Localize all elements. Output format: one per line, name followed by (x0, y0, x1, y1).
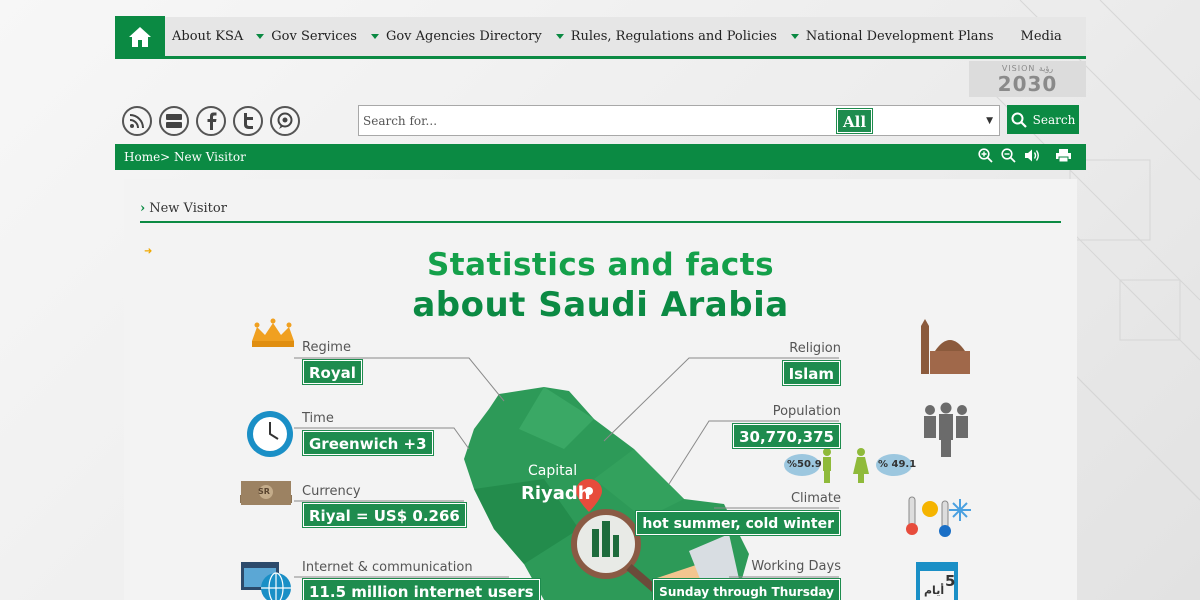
chat-button[interactable] (270, 106, 300, 136)
vision-logo-big: 2030 (997, 71, 1058, 96)
currency-note-symbol: SR (258, 487, 270, 496)
search-box: All ▼ (358, 105, 1000, 136)
globe-icon (241, 562, 291, 600)
religion-label: Religion (789, 341, 841, 356)
time-label: Time (302, 411, 334, 426)
zoom-out-icon[interactable] (1001, 148, 1016, 163)
infographic: Statistics and facts about Saudi Arabia (124, 179, 1077, 600)
currency-value: Riyal = US$ 0.266 (303, 503, 466, 527)
nav-rules[interactable]: Rules, Regulations and Policies (555, 17, 777, 56)
nav-gov-agencies[interactable]: Gov Agencies Directory (370, 17, 542, 56)
calendar-text: أيام (924, 584, 945, 597)
speaker-icon[interactable] (1024, 148, 1041, 163)
chat-icon (277, 112, 293, 129)
nav-label: About KSA (172, 29, 244, 44)
regime-value: Royal (303, 360, 362, 384)
caret-down-icon (370, 34, 379, 39)
search-scope-select[interactable]: All ▼ (799, 106, 999, 135)
mosque-icon (921, 319, 970, 374)
search-scope-value: All (837, 108, 873, 133)
calendar-number: 5 (945, 572, 956, 590)
population-value: 30,770,375 (733, 424, 840, 448)
search-icon (1011, 112, 1027, 128)
working-days-label: Working Days (751, 559, 841, 574)
home-icon (129, 26, 151, 47)
search-input[interactable] (359, 106, 799, 135)
climate-icon (906, 496, 971, 537)
main-nav: About KSA Gov Services Gov Agencies Dire… (115, 15, 1086, 59)
breadcrumb-bar: Home> New Visitor (115, 144, 1086, 170)
zoom-in-icon[interactable] (978, 148, 993, 163)
twitter-icon (244, 113, 253, 129)
youtube-icon (166, 114, 182, 128)
nav-about-ksa[interactable]: About KSA (172, 17, 243, 56)
internet-label: Internet & communication (302, 560, 473, 575)
working-days-value: Sunday through Thursday (653, 579, 840, 600)
caret-down-icon (555, 34, 564, 39)
infographic-graphics (240, 318, 971, 600)
print-icon[interactable] (1055, 148, 1072, 163)
page-tools (978, 148, 1072, 163)
currency-label: Currency (302, 484, 361, 499)
social-links (122, 106, 300, 136)
search-button-label: Search (1032, 112, 1076, 127)
facebook-icon (207, 112, 217, 130)
population-label: Population (772, 404, 841, 419)
youtube-button[interactable] (159, 106, 189, 136)
caret-down-icon (256, 34, 265, 39)
caret-down-icon (790, 34, 799, 39)
vision-2030-logo[interactable]: VISION رؤية 2030 (969, 61, 1086, 97)
people-icon (924, 402, 968, 457)
nav-items: About KSA Gov Services Gov Agencies Dire… (165, 17, 1062, 56)
page-frame: About KSA Gov Services Gov Agencies Dire… (115, 15, 1086, 600)
rss-button[interactable] (122, 106, 152, 136)
twitter-button[interactable] (233, 106, 263, 136)
time-value: Greenwich +3 (303, 431, 433, 455)
nav-media[interactable]: Media (1021, 17, 1062, 56)
clock-icon (247, 411, 293, 457)
female-percentage: % 49.1 (878, 459, 917, 470)
nav-development-plans[interactable]: National Development Plans (790, 17, 994, 56)
search-button[interactable]: Search (1007, 105, 1079, 134)
rss-icon (129, 114, 144, 129)
internet-value: 11.5 million internet users (303, 579, 540, 600)
nav-label: Media (1020, 29, 1062, 44)
home-button[interactable] (115, 15, 165, 58)
capital-value: Riyadh (521, 483, 591, 504)
religion-value: Islam (782, 361, 840, 385)
nav-label: Rules, Regulations and Policies (570, 29, 777, 44)
capital-label: Capital (528, 463, 578, 479)
nav-gov-services[interactable]: Gov Services (256, 17, 357, 56)
crown-icon (252, 318, 294, 347)
chevron-down-icon: ▼ (986, 115, 993, 126)
regime-label: Regime (302, 340, 351, 355)
nav-label: National Development Plans (805, 29, 994, 44)
nav-label: Gov Services (271, 29, 357, 44)
climate-label: Climate (790, 491, 841, 506)
facebook-button[interactable] (196, 106, 226, 136)
climate-value: hot summer, cold winter (636, 511, 840, 535)
breadcrumb[interactable]: Home> New Visitor (124, 150, 246, 164)
male-percentage: %50.9 (787, 459, 822, 470)
nav-label: Gov Agencies Directory (385, 29, 542, 44)
